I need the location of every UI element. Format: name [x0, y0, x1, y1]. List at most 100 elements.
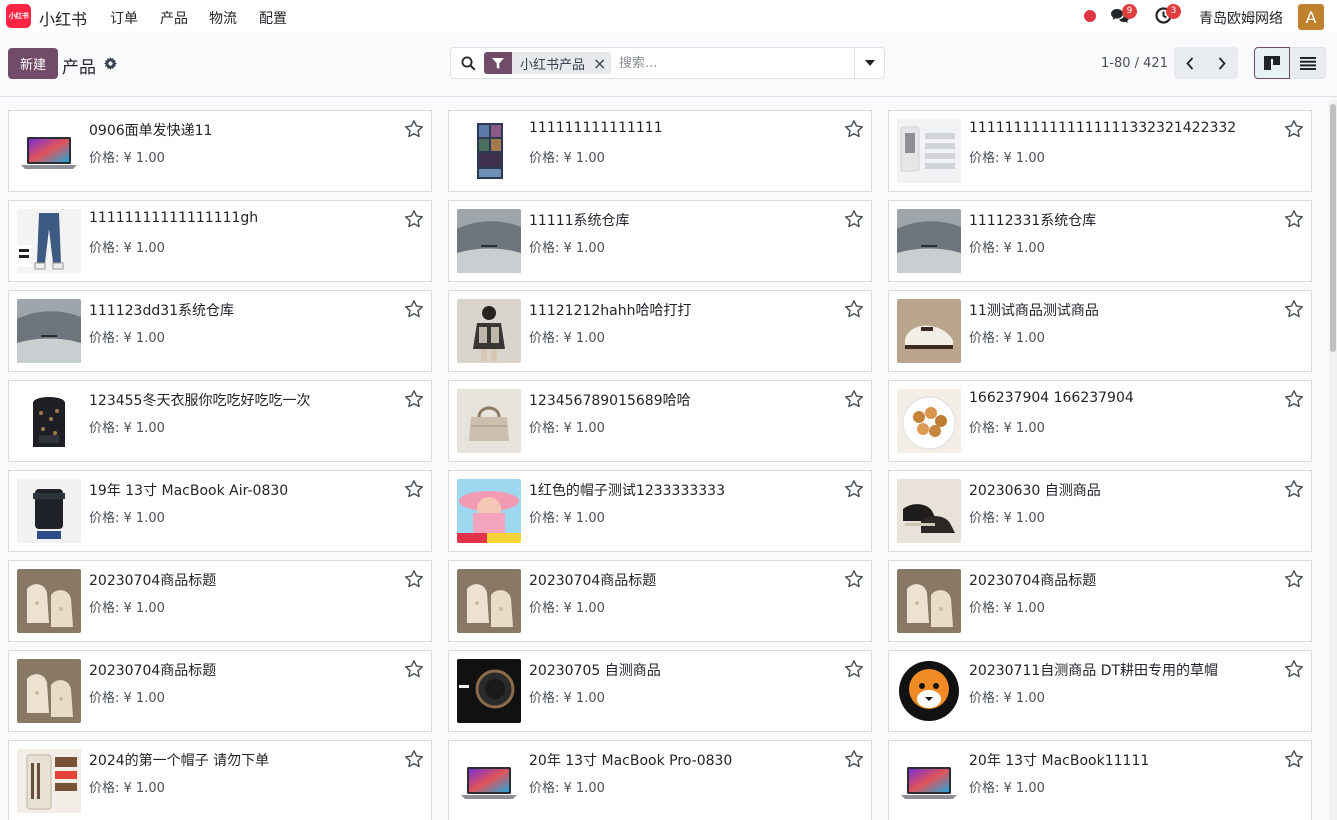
- gear-icon[interactable]: [104, 57, 117, 70]
- product-card[interactable]: 11112331系统仓库 价格: ¥ 1.00: [888, 200, 1312, 282]
- product-card[interactable]: 11测试商品测试商品 价格: ¥ 1.00: [888, 290, 1312, 372]
- favorite-star-icon[interactable]: [844, 389, 864, 409]
- list-view-button[interactable]: [1290, 47, 1326, 79]
- product-name: 20年 13寸 MacBook11111: [969, 753, 1150, 769]
- product-name: 20230711自测商品 DT耕田专用的草帽: [969, 663, 1219, 679]
- product-name: 20230704商品标题: [529, 573, 657, 589]
- product-card[interactable]: 20年 13寸 MacBook11111 价格: ¥ 1.00: [888, 740, 1312, 820]
- product-image: [897, 749, 961, 813]
- menu-orders[interactable]: 订单: [110, 8, 138, 28]
- new-button[interactable]: 新建: [8, 48, 58, 79]
- menu-configuration[interactable]: 配置: [259, 8, 287, 28]
- product-card[interactable]: 20230711自测商品 DT耕田专用的草帽 价格: ¥ 1.00: [888, 650, 1312, 732]
- pager-value[interactable]: 1-80 / 421: [1101, 56, 1168, 71]
- facet-remove-icon[interactable]: ×: [593, 54, 611, 73]
- product-image: [457, 659, 521, 723]
- product-name: 20230704商品标题: [89, 663, 217, 679]
- search-options-toggle[interactable]: [854, 48, 884, 78]
- search-icon[interactable]: [461, 56, 476, 71]
- product-card[interactable]: 20230630 自测商品 价格: ¥ 1.00: [888, 470, 1312, 552]
- product-price: 价格: ¥ 1.00: [89, 511, 165, 526]
- favorite-star-icon[interactable]: [404, 209, 424, 229]
- product-image: [897, 659, 961, 723]
- product-price: 价格: ¥ 1.00: [89, 331, 165, 346]
- product-price: 价格: ¥ 1.00: [89, 151, 165, 166]
- favorite-star-icon[interactable]: [844, 299, 864, 319]
- favorite-star-icon[interactable]: [1284, 659, 1304, 679]
- favorite-star-icon[interactable]: [844, 659, 864, 679]
- favorite-star-icon[interactable]: [1284, 479, 1304, 499]
- product-card[interactable]: 123455冬天衣服你吃吃好吃吃一次 价格: ¥ 1.00: [8, 380, 432, 462]
- favorite-star-icon[interactable]: [404, 569, 424, 589]
- favorite-star-icon[interactable]: [1284, 299, 1304, 319]
- product-name: 11测试商品测试商品: [969, 303, 1099, 319]
- company-switcher[interactable]: 青岛欧姆网络: [1199, 8, 1283, 28]
- favorite-star-icon[interactable]: [1284, 569, 1304, 589]
- product-name: 123455冬天衣服你吃吃好吃吃一次: [89, 393, 311, 409]
- search-input[interactable]: [619, 53, 849, 73]
- product-image: [457, 749, 521, 813]
- product-card[interactable]: 11121212hahh哈哈打打 价格: ¥ 1.00: [448, 290, 872, 372]
- product-card[interactable]: 0906面单发快递11 价格: ¥ 1.00: [8, 110, 432, 192]
- chevron-left-icon: [1186, 56, 1194, 70]
- app-logo[interactable]: 小红书: [6, 4, 31, 28]
- product-card[interactable]: 11111111111111111gh 价格: ¥ 1.00: [8, 200, 432, 282]
- product-name: 0906面单发快递11: [89, 123, 213, 139]
- favorite-star-icon[interactable]: [404, 659, 424, 679]
- product-card[interactable]: 11111系统仓库 价格: ¥ 1.00: [448, 200, 872, 282]
- favorite-star-icon[interactable]: [404, 479, 424, 499]
- favorite-star-icon[interactable]: [1284, 119, 1304, 139]
- favorite-star-icon[interactable]: [404, 389, 424, 409]
- product-image: [897, 119, 961, 183]
- product-price: 价格: ¥ 1.00: [529, 601, 605, 616]
- favorite-star-icon[interactable]: [404, 119, 424, 139]
- product-card[interactable]: 20230704商品标题 价格: ¥ 1.00: [888, 560, 1312, 642]
- search-bar: 小红书产品 ×: [450, 47, 885, 79]
- product-card[interactable]: 1红色的帽子测试1233333333 价格: ¥ 1.00: [448, 470, 872, 552]
- product-card[interactable]: 20230704商品标题 价格: ¥ 1.00: [448, 560, 872, 642]
- product-price: 价格: ¥ 1.00: [969, 601, 1045, 616]
- product-card[interactable]: 20230705 自测商品 价格: ¥ 1.00: [448, 650, 872, 732]
- product-card[interactable]: 111123dd31系统仓库 价格: ¥ 1.00: [8, 290, 432, 372]
- scrollbar-thumb[interactable]: [1330, 104, 1336, 352]
- product-name: 11111111111111111gh: [89, 210, 259, 226]
- product-image: [17, 659, 81, 723]
- favorite-star-icon[interactable]: [404, 749, 424, 769]
- product-image: [897, 389, 961, 453]
- kanban-view-button[interactable]: [1254, 47, 1290, 79]
- product-image: [457, 569, 521, 633]
- product-card[interactable]: 166237904 166237904 价格: ¥ 1.00: [888, 380, 1312, 462]
- product-card[interactable]: 111111111111111111332321422332 价格: ¥ 1.00: [888, 110, 1312, 192]
- favorite-star-icon[interactable]: [1284, 209, 1304, 229]
- product-card[interactable]: 20230704商品标题 价格: ¥ 1.00: [8, 650, 432, 732]
- menu-products[interactable]: 产品: [160, 8, 188, 28]
- product-image: [17, 749, 81, 813]
- product-name: 20230705 自测商品: [529, 663, 661, 679]
- product-name: 123456789015689哈哈: [529, 393, 691, 409]
- favorite-star-icon[interactable]: [844, 119, 864, 139]
- caret-down-icon: [864, 60, 875, 66]
- status-dot[interactable]: [1084, 10, 1096, 22]
- favorite-star-icon[interactable]: [844, 569, 864, 589]
- product-name: 20230704商品标题: [969, 573, 1097, 589]
- pager-next[interactable]: [1206, 47, 1238, 79]
- favorite-star-icon[interactable]: [1284, 749, 1304, 769]
- favorite-star-icon[interactable]: [844, 209, 864, 229]
- product-card[interactable]: 111111111111111 价格: ¥ 1.00: [448, 110, 872, 192]
- product-card[interactable]: 2024的第一个帽子 请勿下单 价格: ¥ 1.00: [8, 740, 432, 820]
- product-card[interactable]: 20年 13寸 MacBook Pro-0830 价格: ¥ 1.00: [448, 740, 872, 820]
- avatar[interactable]: A: [1298, 4, 1324, 30]
- product-card[interactable]: 20230704商品标题 价格: ¥ 1.00: [8, 560, 432, 642]
- product-price: 价格: ¥ 1.00: [969, 331, 1045, 346]
- favorite-star-icon[interactable]: [404, 299, 424, 319]
- menu-logistics[interactable]: 物流: [209, 8, 237, 28]
- app-name[interactable]: 小红书: [39, 6, 87, 30]
- favorite-star-icon[interactable]: [1284, 389, 1304, 409]
- product-price: 价格: ¥ 1.00: [89, 781, 165, 796]
- favorite-star-icon[interactable]: [844, 749, 864, 769]
- page-title: 产品: [62, 58, 96, 78]
- product-card[interactable]: 123456789015689哈哈 价格: ¥ 1.00: [448, 380, 872, 462]
- product-card[interactable]: 19年 13寸 MacBook Air-0830 价格: ¥ 1.00: [8, 470, 432, 552]
- pager-previous[interactable]: [1174, 47, 1206, 79]
- favorite-star-icon[interactable]: [844, 479, 864, 499]
